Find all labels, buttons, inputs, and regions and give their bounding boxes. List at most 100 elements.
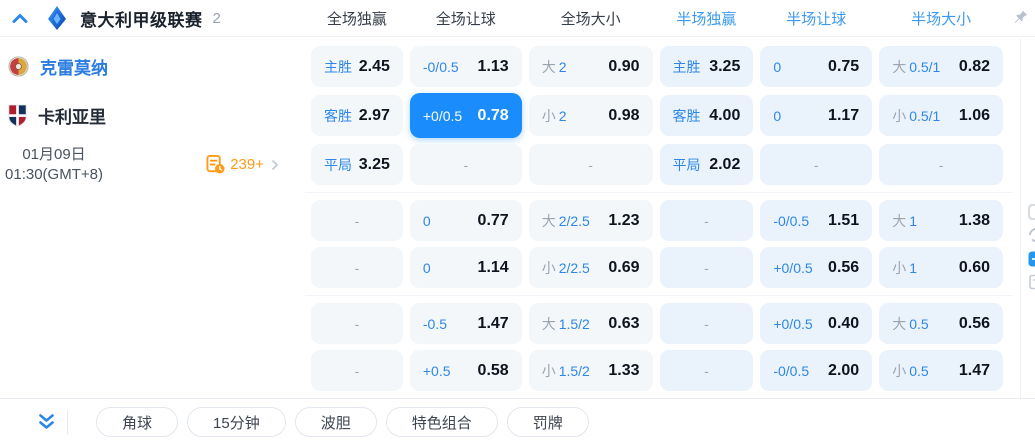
odds-cell[interactable]: 大 2 0.90 (528, 46, 653, 87)
odds-label: 平局 (672, 156, 701, 173)
odds-cell[interactable]: 大 1.5/2 0.63 (528, 303, 653, 344)
odds-value: 0.98 (608, 106, 640, 124)
column-header-full-handicap: 全场让球 (435, 10, 496, 28)
serie-a-logo-icon (47, 6, 67, 30)
odds-cell[interactable]: 主胜 2.45 (311, 46, 403, 87)
odds-cell[interactable]: 0 0.77 (409, 200, 522, 241)
odds-label: 小 1.5/2 (541, 362, 590, 379)
odds-label: 平局 (324, 156, 352, 173)
odds-value: 0.75 (828, 57, 860, 75)
odds-cell[interactable]: 客胜 2.97 (311, 95, 403, 136)
odds-cell-empty: - (659, 247, 754, 288)
odds-cell[interactable]: 小 1.5/2 1.33 (528, 350, 653, 391)
expand-double-chevron-down-icon[interactable] (38, 413, 55, 431)
odds-value: 0.69 (608, 258, 640, 276)
odds-cell-selected[interactable]: +0/0.5 0.78 (409, 93, 522, 138)
pin-icon[interactable] (1012, 9, 1029, 26)
odds-value: 1.17 (828, 106, 860, 124)
odds-cell[interactable]: 大 0.5/1 0.82 (879, 46, 1003, 87)
odds-label: 小2 (541, 107, 567, 124)
odds-label: 大 2/2.5 (541, 212, 590, 229)
odds-empty-dash: - (354, 259, 360, 276)
odds-label: 小 0.5/1 (892, 107, 941, 124)
footer-divider (67, 410, 68, 434)
odds-row: 客胜 2.97 +0/0.5 0.78 小 2 0.98 客胜 4.00 0 1.17 小 0.5/1 1… (305, 91, 1013, 140)
odds-cell-empty: - (409, 144, 522, 185)
odds-cell[interactable]: 0 0.75 (760, 46, 873, 87)
away-team-row[interactable]: 卡利亚里 (0, 91, 305, 140)
odds-cell[interactable]: -0/0.5 2.00 (760, 350, 873, 391)
odds-cell[interactable]: 主胜 3.25 (659, 46, 754, 87)
odds-cell[interactable]: 大 1 1.38 (879, 200, 1003, 241)
odds-cell[interactable]: 大 0.5 0.56 (879, 303, 1003, 344)
odds-label: 小 2/2.5 (541, 259, 590, 276)
odds-label-prefix: 小 (892, 259, 907, 276)
odds-cell[interactable]: 0 1.17 (760, 95, 873, 136)
odds-cell[interactable]: -0.5 1.47 (409, 303, 522, 344)
odds-cell[interactable]: 小 0.5/1 1.06 (879, 95, 1003, 136)
odds-label-prefix: 大 (892, 58, 907, 75)
home-team-row[interactable]: 克雷莫纳 (0, 42, 305, 91)
odds-label: 小 0.5 (892, 362, 929, 379)
extra-markets-count: 239+ (230, 156, 264, 173)
odds-value: 0.56 (958, 314, 990, 332)
odds-empty-dash: - (463, 156, 469, 173)
market-button[interactable]: 角球 (96, 407, 179, 437)
right-rail-divider (1020, 39, 1021, 398)
odds-cell[interactable]: +0/0.5 0.40 (760, 303, 873, 344)
market-button[interactable]: 罚牌 (506, 407, 589, 437)
column-header-half-win: 半场独赢 (676, 10, 737, 28)
odds-cell[interactable]: -0/0.5 1.51 (760, 200, 873, 241)
odds-label: -0/0.5 (773, 362, 810, 379)
odds-value: 1.13 (477, 57, 509, 75)
odds-value: 0.82 (958, 57, 990, 75)
odds-table-panel: 意大利甲级联赛 2 全场独赢 全场让球 全场大小 半场独赢 半场让球 半场大小 (0, 0, 1035, 446)
odds-cell-empty: - (760, 144, 873, 185)
odds-empty-dash: - (588, 156, 593, 173)
odds-cell[interactable]: -0/0.5 1.13 (409, 46, 522, 87)
odds-empty-dash: - (704, 315, 709, 332)
column-header-half-handicap: 半场让球 (786, 10, 847, 28)
odds-value: 3.25 (709, 57, 741, 75)
market-button[interactable]: 15分钟 (187, 407, 286, 437)
odds-cell[interactable]: 小 2 0.98 (528, 95, 653, 136)
odds-value: 0.60 (958, 258, 990, 276)
clipped-toolbar-icon-4 (1028, 274, 1035, 290)
odds-row: - +0.5 0.58 小 1.5/2 1.33 - -0/0.5 2.00 小 0.5 1.47 (305, 347, 1013, 394)
odds-label-prefix: 小 (892, 362, 907, 379)
odds-cell-empty: - (311, 200, 403, 241)
home-team-name: 克雷莫纳 (40, 59, 108, 78)
odds-row: - -0.5 1.47 大 1.5/2 0.63 - +0/0.5 0.40 大 0.5 0.56 (305, 300, 1013, 347)
odds-label: 客胜 (672, 107, 701, 124)
odds-empty-dash: - (813, 156, 819, 173)
market-button[interactable]: 波胆 (294, 407, 377, 437)
odds-label: +0/0.5 (773, 259, 813, 276)
odds-label: 0 (422, 259, 431, 276)
market-button[interactable]: 特色组合 (385, 407, 498, 437)
extra-markets-link[interactable]: 239+ (206, 155, 281, 174)
odds-label: +0/0.5 (422, 107, 463, 124)
home-team-crest (8, 56, 29, 77)
odds-section-main: 主胜 2.45 -0/0.5 1.13 大 2 0.90 主胜 3.25 0 0.75 大 0.5/1 0… (305, 37, 1013, 192)
odds-cell-empty: - (311, 247, 403, 288)
odds-cell[interactable]: 小 1 0.60 (879, 247, 1003, 288)
odds-cell[interactable]: 平局 3.25 (311, 144, 403, 185)
odds-cell[interactable]: 小 2/2.5 0.69 (528, 247, 653, 288)
away-team-crest (8, 104, 27, 127)
odds-cell-empty: - (659, 200, 754, 241)
odds-label-prefix: 大 (892, 315, 907, 332)
odds-label: 大 1.5/2 (541, 315, 590, 332)
odds-label: 大 0.5 (892, 315, 929, 332)
odds-empty-dash: - (704, 362, 709, 379)
odds-cell[interactable]: 大 2/2.5 1.23 (528, 200, 653, 241)
odds-cell[interactable]: +0/0.5 0.56 (760, 247, 873, 288)
odds-empty-dash: - (354, 362, 360, 379)
odds-label: 0 (422, 212, 431, 229)
odds-cell[interactable]: +0.5 0.58 (409, 350, 522, 391)
collapse-chevron-up-icon[interactable] (12, 12, 28, 24)
column-header-full-win: 全场独赢 (326, 10, 387, 28)
odds-cell[interactable]: 平局 2.02 (659, 144, 754, 185)
odds-cell[interactable]: 小 0.5 1.47 (879, 350, 1003, 391)
odds-cell[interactable]: 客胜 4.00 (659, 95, 754, 136)
odds-cell[interactable]: 0 1.14 (409, 247, 522, 288)
